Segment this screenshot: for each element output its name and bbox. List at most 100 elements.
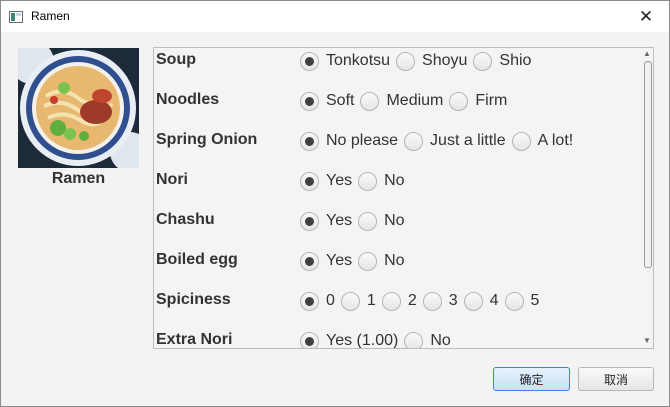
ok-button[interactable]: 确定 [493,367,570,391]
radio-option[interactable]: 4 [463,291,499,311]
radio-option[interactable]: Yes [300,251,353,271]
title-bar: Ramen ✕ [1,1,669,32]
radio-option[interactable]: Just a little [404,131,506,151]
radio-label: A lot! [537,132,574,149]
option-label: Chashu [156,211,215,228]
radio-button[interactable] [300,131,319,151]
option-label: Spring Onion [156,131,258,148]
radio-option[interactable]: No [358,211,405,231]
option-row: Spiciness 0 1 2 3 4 5 [154,289,640,329]
dialog-window: Ramen ✕ Ramen Soup Tonkotsu Shoyu Shio N… [0,0,670,407]
close-button[interactable]: ✕ [623,1,669,32]
option-label: Nori [156,171,188,188]
radio-button[interactable] [300,91,319,111]
option-row: Soup Tonkotsu Shoyu Shio [154,49,640,89]
radio-label: No [384,172,405,189]
radio-button[interactable] [300,251,319,271]
radio-option[interactable]: No [404,331,451,349]
radio-button[interactable] [300,51,319,71]
vertical-scrollbar[interactable]: ▲ ▼ [641,48,653,348]
radio-option[interactable]: 5 [504,291,540,311]
radio-label: 1 [366,292,376,309]
radio-button[interactable] [300,331,319,348]
radio-label: Medium [386,92,444,109]
radio-group: Yes (1.00) No [300,329,457,349]
ramen-image [18,48,139,168]
option-row: Chashu Yes No [154,209,640,249]
radio-button[interactable] [300,291,319,311]
radio-button[interactable] [404,331,424,348]
radio-option[interactable]: Firm [449,91,508,111]
scroll-thumb[interactable] [644,61,652,268]
radio-button[interactable] [358,171,378,191]
radio-option[interactable]: Yes (1.00) [300,331,398,348]
radio-label: 5 [530,292,540,309]
radio-label: No [384,252,405,269]
radio-group: No please Just a little A lot! [300,129,579,153]
radio-option[interactable]: 2 [381,291,417,311]
radio-button[interactable] [381,291,401,311]
options-scroll-pane[interactable]: Soup Tonkotsu Shoyu Shio Noodles Soft Medium Fi… [153,47,654,349]
radio-label: No please [326,132,399,149]
radio-button[interactable] [396,51,416,71]
radio-option[interactable]: Tonkotsu [300,51,391,71]
radio-label: No [430,332,451,349]
radio-button[interactable] [360,91,380,111]
radio-button[interactable] [358,211,378,231]
cancel-button[interactable]: 取消 [578,367,654,391]
radio-button[interactable] [449,91,469,111]
option-label: Boiled egg [156,251,238,268]
radio-button[interactable] [300,171,319,191]
radio-button[interactable] [340,291,360,311]
radio-label: 0 [326,292,335,309]
option-row: Spring Onion No please Just a little A lot! [154,129,640,169]
window-title: Ramen [31,9,70,23]
radio-label: 2 [407,292,417,309]
option-row: Boiled egg Yes No [154,249,640,289]
radio-group: Tonkotsu Shoyu Shio [300,49,537,73]
radio-option[interactable]: 1 [340,291,376,311]
radio-button[interactable] [463,291,483,311]
radio-label: No [384,212,405,229]
option-label: Noodles [156,91,220,108]
radio-button[interactable] [511,131,531,151]
radio-button[interactable] [404,131,424,151]
radio-option[interactable]: Shio [473,51,531,71]
radio-option[interactable]: Yes [300,171,353,191]
radio-group: Yes No [300,209,411,233]
option-label: Extra Nori [156,331,233,348]
radio-button[interactable] [300,211,319,231]
radio-label: 4 [489,292,499,309]
radio-option[interactable]: A lot! [511,131,574,151]
radio-option[interactable]: No [358,251,405,271]
radio-label: 3 [448,292,458,309]
radio-group: Yes No [300,169,411,193]
radio-label: Yes [326,212,353,229]
option-row: Extra Nori Yes (1.00) No [154,329,640,349]
radio-option[interactable]: Shoyu [396,51,467,71]
option-label: Spiciness [156,291,231,308]
radio-label: Soft [326,92,355,109]
radio-button[interactable] [473,51,493,71]
radio-label: Tonkotsu [326,52,391,69]
close-icon: ✕ [638,6,654,26]
radio-button[interactable] [358,251,378,271]
radio-option[interactable]: Medium [360,91,444,111]
radio-option[interactable]: 0 [300,291,335,311]
radio-button[interactable] [422,291,442,311]
option-row: Nori Yes No [154,169,640,209]
radio-option[interactable]: No please [300,131,399,151]
radio-button[interactable] [504,291,524,311]
scroll-down-icon[interactable]: ▼ [643,337,651,345]
radio-label: Yes [326,172,353,189]
radio-option[interactable]: Soft [300,91,355,111]
radio-label: Yes [326,252,353,269]
radio-option[interactable]: Yes [300,211,353,231]
radio-label: Firm [475,92,508,109]
radio-group: Soft Medium Firm [300,89,513,113]
radio-option[interactable]: No [358,171,405,191]
radio-option[interactable]: 3 [422,291,458,311]
radio-group: 0 1 2 3 4 5 [300,289,545,313]
option-row: Noodles Soft Medium Firm [154,89,640,129]
scroll-up-icon[interactable]: ▲ [643,50,651,58]
